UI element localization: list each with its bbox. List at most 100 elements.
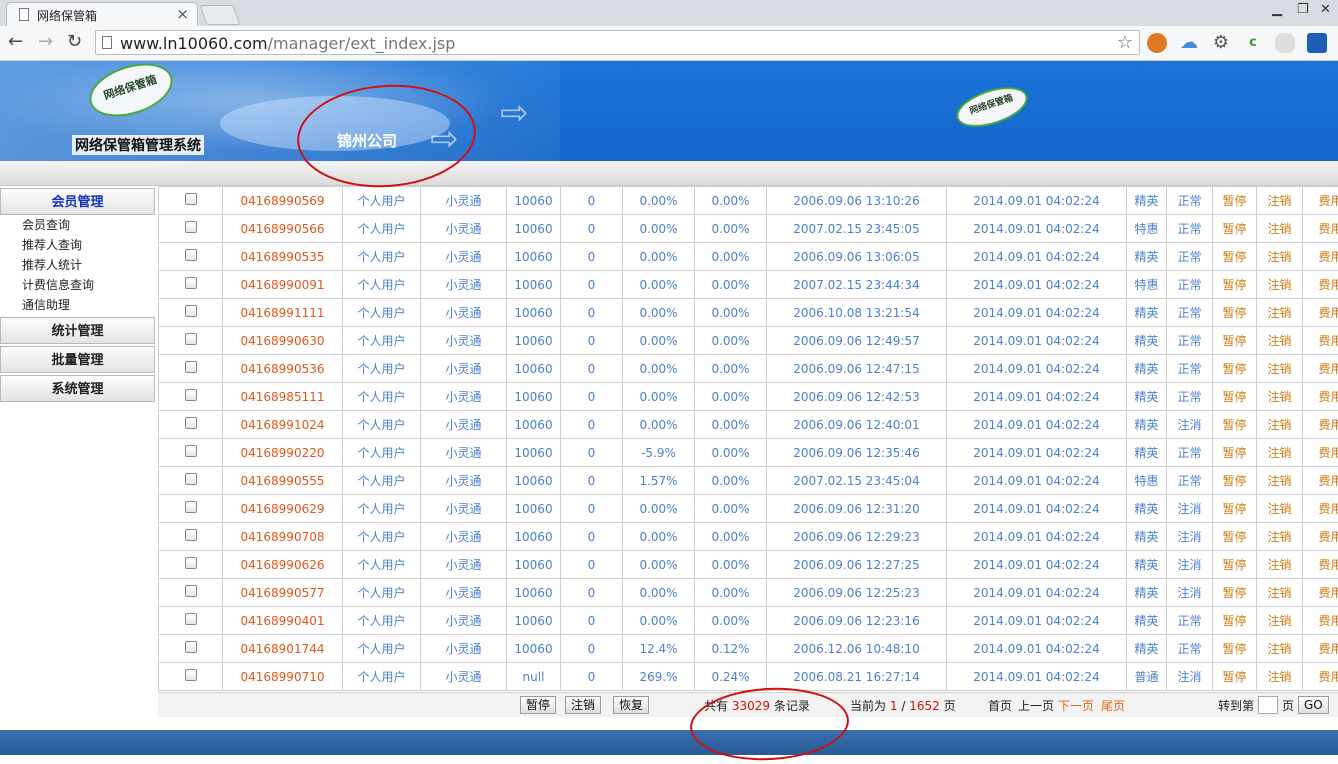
pause-button[interactable]: 暂停	[520, 696, 556, 714]
cancel-link[interactable]: 注销	[1257, 467, 1303, 495]
phone-number[interactable]: 04168990626	[223, 551, 343, 579]
pause-link[interactable]: 暂停	[1213, 551, 1257, 579]
extension-c-icon[interactable]: c	[1243, 33, 1263, 53]
phone-number[interactable]: 04168990630	[223, 327, 343, 355]
fee-link[interactable]: 费用	[1303, 439, 1338, 467]
address-bar[interactable]: www.ln10060.com/manager/ext_index.jsp ☆	[95, 30, 1140, 55]
cancel-link[interactable]: 注销	[1257, 523, 1303, 551]
phone-number[interactable]: 04168990629	[223, 495, 343, 523]
new-tab-button[interactable]	[199, 5, 240, 25]
row-checkbox[interactable]	[159, 579, 223, 607]
pause-link[interactable]: 暂停	[1213, 523, 1257, 551]
pause-link[interactable]: 暂停	[1213, 607, 1257, 635]
pause-link[interactable]: 暂停	[1213, 215, 1257, 243]
phone-number[interactable]: 04168990220	[223, 439, 343, 467]
checkbox[interactable]	[185, 249, 197, 261]
cancel-link[interactable]: 注销	[1257, 551, 1303, 579]
menu-item-billing-query[interactable]: 计费信息查询	[0, 275, 157, 295]
cancel-link[interactable]: 注销	[1257, 215, 1303, 243]
fee-link[interactable]: 费用	[1303, 607, 1338, 635]
row-checkbox[interactable]	[159, 439, 223, 467]
back-icon[interactable]: ←	[8, 31, 23, 52]
cancel-button[interactable]: 注销	[565, 696, 601, 714]
phone-number[interactable]: 04168990577	[223, 579, 343, 607]
cancel-link[interactable]: 注销	[1257, 327, 1303, 355]
menu-statistics-management[interactable]: 统计管理	[0, 317, 155, 344]
checkbox[interactable]	[185, 305, 197, 317]
fee-link[interactable]: 费用	[1303, 523, 1338, 551]
pause-link[interactable]: 暂停	[1213, 439, 1257, 467]
row-checkbox[interactable]	[159, 299, 223, 327]
fee-link[interactable]: 费用	[1303, 495, 1338, 523]
checkbox[interactable]	[185, 445, 197, 457]
checkbox[interactable]	[185, 221, 197, 233]
cancel-link[interactable]: 注销	[1257, 579, 1303, 607]
row-checkbox[interactable]	[159, 327, 223, 355]
menu-item-member-query[interactable]: 会员查询	[0, 215, 157, 235]
fee-link[interactable]: 费用	[1303, 411, 1338, 439]
fee-link[interactable]: 费用	[1303, 467, 1338, 495]
pause-link[interactable]: 暂停	[1213, 355, 1257, 383]
pause-link[interactable]: 暂停	[1213, 271, 1257, 299]
phone-number[interactable]: 04168990091	[223, 271, 343, 299]
checkbox[interactable]	[185, 669, 197, 681]
fee-link[interactable]: 费用	[1303, 327, 1338, 355]
checkbox[interactable]	[185, 277, 197, 289]
last-page-link[interactable]: 尾页	[1101, 697, 1125, 714]
minimize-icon[interactable]: ▁	[1272, 2, 1282, 17]
row-checkbox[interactable]	[159, 523, 223, 551]
window-close-icon[interactable]: ✕	[1320, 2, 1331, 17]
cancel-link[interactable]: 注销	[1257, 607, 1303, 635]
phone-number[interactable]: 04168990536	[223, 355, 343, 383]
checkbox[interactable]	[185, 389, 197, 401]
cancel-link[interactable]: 注销	[1257, 635, 1303, 663]
cancel-link[interactable]: 注销	[1257, 271, 1303, 299]
go-button[interactable]: GO	[1298, 696, 1329, 714]
phone-number[interactable]: 04168990708	[223, 523, 343, 551]
row-checkbox[interactable]	[159, 187, 223, 215]
restore-button[interactable]: 恢复	[613, 696, 649, 714]
bookmark-star-icon[interactable]: ☆	[1117, 32, 1133, 53]
checkbox[interactable]	[185, 361, 197, 373]
row-checkbox[interactable]	[159, 243, 223, 271]
pause-link[interactable]: 暂停	[1213, 635, 1257, 663]
checkbox[interactable]	[185, 585, 197, 597]
cancel-link[interactable]: 注销	[1257, 187, 1303, 215]
menu-member-management[interactable]: 会员管理	[0, 188, 155, 215]
cancel-link[interactable]: 注销	[1257, 411, 1303, 439]
first-page-link[interactable]: 首页	[988, 697, 1012, 714]
pause-link[interactable]: 暂停	[1213, 579, 1257, 607]
goto-page-input[interactable]	[1258, 696, 1278, 714]
cancel-link[interactable]: 注销	[1257, 243, 1303, 271]
cancel-link[interactable]: 注销	[1257, 663, 1303, 691]
restore-icon[interactable]: ❐	[1297, 2, 1309, 17]
row-checkbox[interactable]	[159, 383, 223, 411]
checkbox[interactable]	[185, 473, 197, 485]
phone-number[interactable]: 04168990566	[223, 215, 343, 243]
forward-icon[interactable]: →	[38, 31, 53, 52]
phone-number[interactable]: 04168990710	[223, 663, 343, 691]
pause-link[interactable]: 暂停	[1213, 467, 1257, 495]
fee-link[interactable]: 费用	[1303, 551, 1338, 579]
phone-number[interactable]: 04168990569	[223, 187, 343, 215]
menu-item-referrer-stats[interactable]: 推荐人统计	[0, 255, 157, 275]
row-checkbox[interactable]	[159, 663, 223, 691]
close-icon[interactable]: ×	[176, 5, 189, 23]
checkbox[interactable]	[185, 193, 197, 205]
phone-number[interactable]: 04168985111	[223, 383, 343, 411]
fee-link[interactable]: 费用	[1303, 663, 1338, 691]
phone-number[interactable]: 04168990535	[223, 243, 343, 271]
row-checkbox[interactable]	[159, 411, 223, 439]
checkbox[interactable]	[185, 333, 197, 345]
pause-link[interactable]: 暂停	[1213, 299, 1257, 327]
pause-link[interactable]: 暂停	[1213, 495, 1257, 523]
checkbox[interactable]	[185, 501, 197, 513]
row-checkbox[interactable]	[159, 607, 223, 635]
row-checkbox[interactable]	[159, 467, 223, 495]
row-checkbox[interactable]	[159, 551, 223, 579]
menu-item-referrer-query[interactable]: 推荐人查询	[0, 235, 157, 255]
fee-link[interactable]: 费用	[1303, 299, 1338, 327]
pause-link[interactable]: 暂停	[1213, 411, 1257, 439]
extension-cloud-icon[interactable]: ☁	[1179, 33, 1199, 53]
checkbox[interactable]	[185, 557, 197, 569]
